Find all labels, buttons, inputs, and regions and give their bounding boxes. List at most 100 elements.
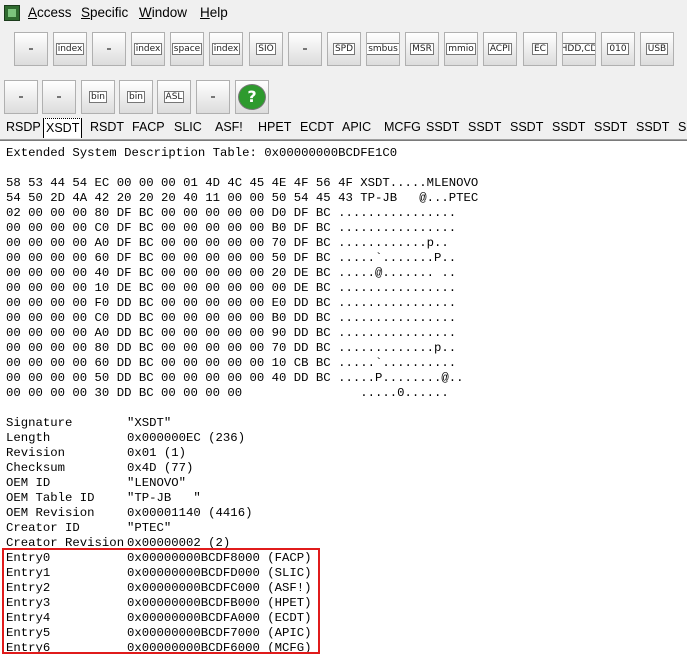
memory-icon-button[interactable] [92, 32, 126, 66]
tab-ssdt-13[interactable]: SSDT [552, 120, 585, 134]
acpi-icon-button[interactable]: ACPI [483, 32, 517, 66]
index-pci-icon-button[interactable]: index [53, 32, 87, 66]
pcs-icon [57, 96, 61, 98]
memory-icon [107, 48, 111, 50]
hex-row: 00 00 00 00 10 DE BC 00 00 00 00 00 00 D… [6, 281, 457, 295]
field-name: Revision [6, 446, 66, 460]
hex-row: 54 50 2D 4A 42 20 20 20 40 11 00 00 50 5… [6, 191, 479, 205]
bin-button[interactable]: bin [81, 80, 115, 114]
mmio-icon: mmio [446, 43, 476, 55]
index-space-icon: index [211, 43, 241, 55]
binoculars-button[interactable] [196, 80, 230, 114]
pci-icon-button[interactable] [14, 32, 48, 66]
tab-apic-8[interactable]: APIC [342, 120, 371, 134]
pci-icon [29, 48, 33, 50]
index-space-icon-button[interactable]: index [209, 32, 243, 66]
field-value: "XSDT" [127, 416, 172, 430]
usb-icon-button[interactable]: USB [640, 32, 674, 66]
ec-icon-button[interactable]: EC [523, 32, 557, 66]
waveform-icon-button[interactable] [288, 32, 322, 66]
sio-icon-button[interactable]: SIO [249, 32, 283, 66]
index-memory-icon-button[interactable]: index [131, 32, 165, 66]
msr-icon: MSR [410, 43, 434, 55]
field-value: 0x01 (1) [127, 446, 187, 460]
hex-row: 00 00 00 00 A0 DF BC 00 00 00 00 00 70 D… [6, 236, 449, 250]
tab-ssdt-14[interactable]: SSDT [594, 120, 627, 134]
hex-row: 00 00 00 00 50 DD BC 00 00 00 00 00 40 D… [6, 371, 464, 385]
tab-ss-16[interactable]: SS [678, 120, 687, 134]
smbus-icon-button[interactable]: smbus [366, 32, 400, 66]
menu-bar: Access Specific Window Help [0, 0, 687, 26]
field-name: Creator ID [6, 521, 80, 535]
mmio-icon-button[interactable]: mmio [444, 32, 478, 66]
field-name: OEM ID [6, 476, 51, 490]
menu-specific[interactable]: Specific [81, 5, 128, 20]
hdd-cd-icon: HDD,CD [563, 43, 595, 55]
tab-asf-5[interactable]: ASF! [215, 120, 243, 134]
tab-slic-4[interactable]: SLIC [174, 120, 202, 134]
asl-button[interactable]: ASL [157, 80, 191, 114]
tab-rsdt-2[interactable]: RSDT [90, 120, 124, 134]
pc-icon [19, 96, 23, 98]
field-name: OEM Table ID [6, 491, 95, 505]
tab-facp-3[interactable]: FACP [132, 120, 165, 134]
table-header: Extended System Description Table: 0x000… [6, 146, 398, 160]
menu-access[interactable]: Access [28, 5, 72, 20]
field-value: "TP-JB " [127, 491, 201, 505]
tab-ssdt-11[interactable]: SSDT [468, 120, 501, 134]
field-value: "PTEC" [127, 521, 172, 535]
tab-ecdt-7[interactable]: ECDT [300, 120, 334, 134]
tab-ssdt-12[interactable]: SSDT [510, 120, 543, 134]
pcs-button[interactable] [42, 80, 76, 114]
help-button[interactable]: ? [235, 80, 269, 114]
usb-icon: USB [645, 43, 669, 55]
spd-icon-button[interactable]: SPD [327, 32, 361, 66]
pc-button[interactable] [4, 80, 38, 114]
waveform-icon [303, 48, 307, 50]
table-tabs: RSDP XSDT RSDT FACP SLIC ASF! HPET ECDT APIC MCFG… [0, 117, 687, 140]
tab-ssdt-10[interactable]: SSDT [426, 120, 459, 134]
field-name: Checksum [6, 461, 66, 475]
help-icon: ? [238, 84, 266, 110]
hex-row: 02 00 00 00 80 DF BC 00 00 00 00 00 D0 D… [6, 206, 457, 220]
hex-row: 00 00 00 00 C0 DF BC 00 00 00 00 00 B0 D… [6, 221, 457, 235]
hex-row: 58 53 44 54 EC 00 00 00 01 4D 4C 45 4E 4… [6, 176, 479, 190]
binary-icon-button[interactable]: 010 [601, 32, 635, 66]
hex-row: 00 00 00 00 A0 DD BC 00 00 00 00 00 90 D… [6, 326, 457, 340]
tab-hpet-6[interactable]: HPET [258, 120, 291, 134]
bin-stack-icon: bin [127, 91, 145, 103]
secondary-toolbar: bin bin ASL? [0, 76, 687, 116]
acpi-icon: ACPI [487, 43, 513, 55]
menu-window[interactable]: Window [139, 5, 187, 20]
hdd-cd-icon-button[interactable]: HDD,CD [562, 32, 596, 66]
binary-icon: 010 [607, 43, 629, 55]
field-value: 0x000000EC (236) [127, 431, 246, 445]
index-pci-icon: index [55, 43, 85, 55]
space-icon-button[interactable]: space [170, 32, 204, 66]
ec-icon: EC [532, 43, 548, 55]
asl-icon: ASL [163, 91, 185, 103]
tab-ssdt-15[interactable]: SSDT [636, 120, 669, 134]
menu-help[interactable]: Help [200, 5, 228, 20]
app-icon[interactable] [4, 5, 20, 21]
tab-mcfg-9[interactable]: MCFG [384, 120, 421, 134]
bin-icon: bin [89, 91, 107, 103]
space-icon: space [171, 43, 203, 55]
tab-xsdt-1[interactable]: XSDT [43, 118, 83, 138]
msr-icon-button[interactable]: MSR [405, 32, 439, 66]
field-name: Length [6, 431, 51, 445]
main-toolbar: index index space index SIO SPD smbus MSR mmio AC… [0, 28, 687, 72]
tab-rsdp-0[interactable]: RSDP [6, 120, 41, 134]
hex-row: 00 00 00 00 F0 DD BC 00 00 00 00 00 E0 D… [6, 296, 457, 310]
field-value: 0x00001140 (4416) [127, 506, 253, 520]
sio-icon: SIO [256, 43, 276, 55]
smbus-icon: smbus [367, 43, 399, 55]
index-memory-icon: index [133, 43, 163, 55]
field-value: "LENOVO" [127, 476, 187, 490]
field-value: 0x4D (77) [127, 461, 194, 475]
spd-icon: SPD [332, 43, 356, 55]
bin-stack-button[interactable]: bin [119, 80, 153, 114]
field-name: OEM Revision [6, 506, 95, 520]
hex-row: 00 00 00 00 60 DD BC 00 00 00 00 00 10 C… [6, 356, 457, 370]
hex-row: 00 00 00 00 60 DF BC 00 00 00 00 00 50 D… [6, 251, 457, 265]
